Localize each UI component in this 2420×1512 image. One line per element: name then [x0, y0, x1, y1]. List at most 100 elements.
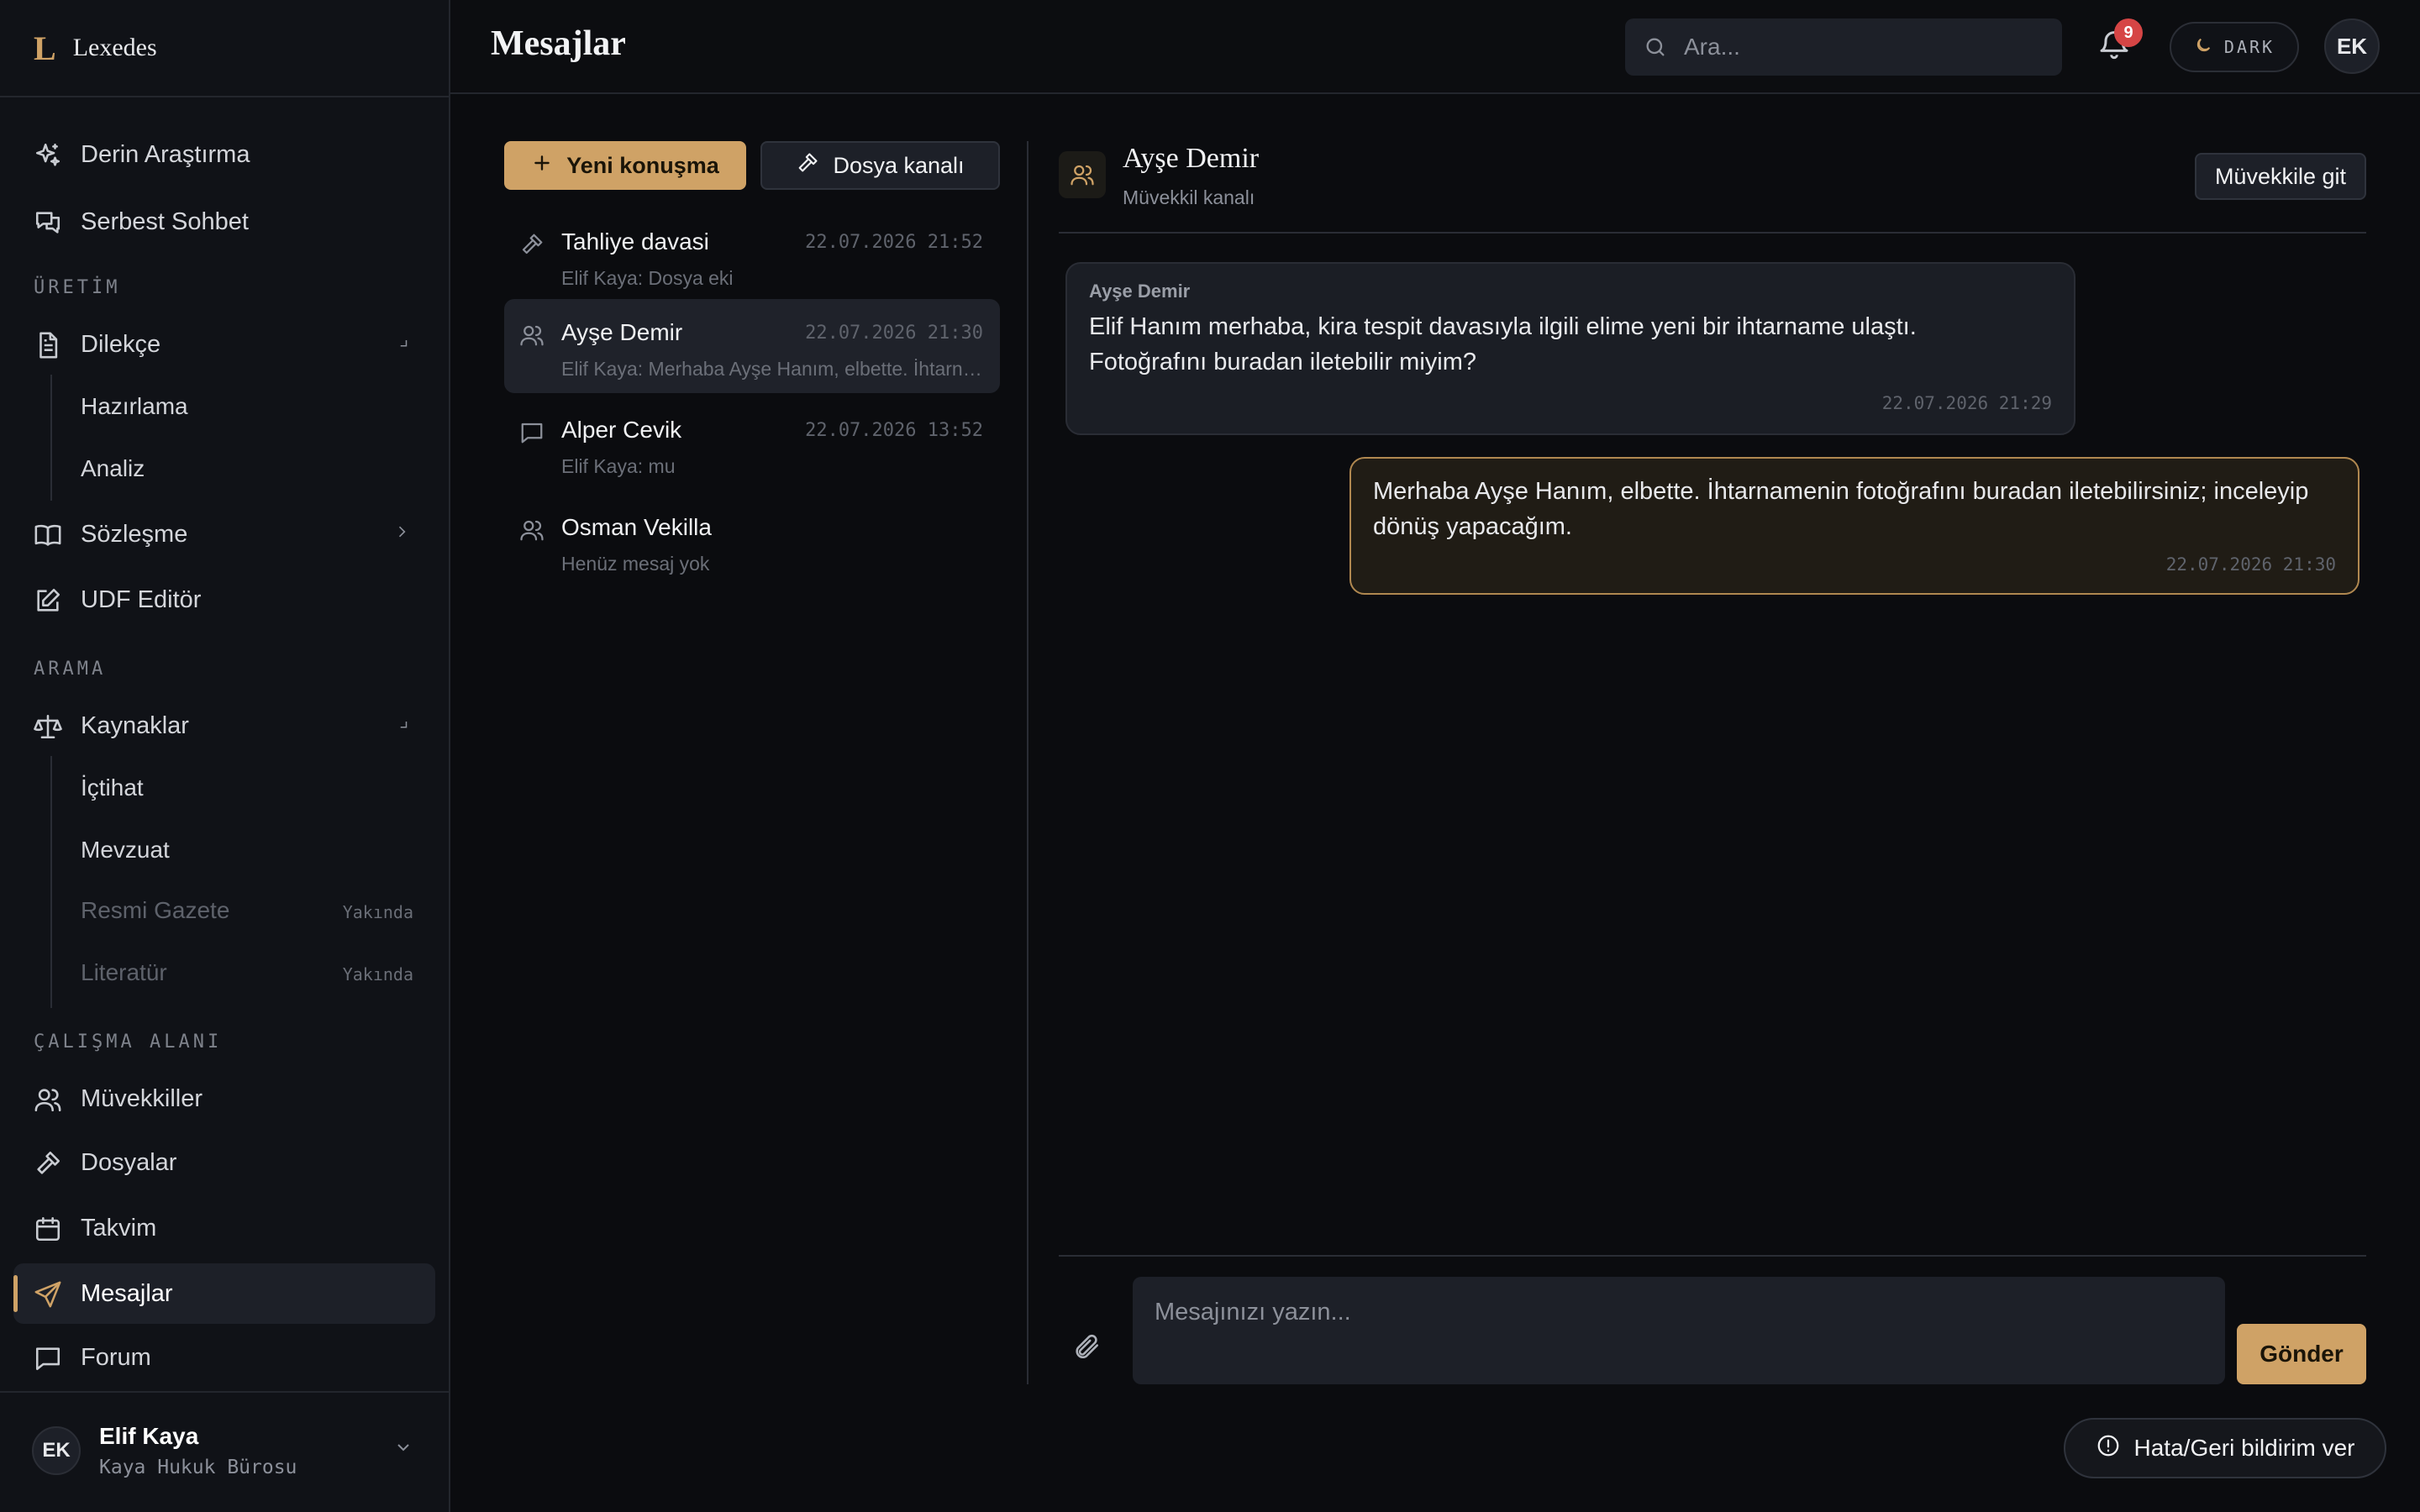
- section-title-calisma-alani: ÇALIŞMA ALANI: [34, 1032, 223, 1053]
- book-icon: [34, 521, 62, 549]
- sidebar: L Lexedes Derin Araştırma Serbest Sohbet…: [0, 0, 450, 1512]
- sidebar-subitem-analiz[interactable]: Analiz: [81, 455, 145, 482]
- conversation-item[interactable]: Alper Cevik 22.07.2026 13:52 Elif Kaya: …: [504, 396, 1000, 491]
- conversation-time: 22.07.2026 21:52: [805, 232, 983, 253]
- theme-label: DARK: [2223, 37, 2275, 57]
- gavel-icon: [519, 232, 544, 263]
- compose-divider: [1059, 1255, 2366, 1257]
- submenu-line: [50, 756, 52, 1008]
- sidebar-item-forum[interactable]: Forum: [13, 1327, 435, 1388]
- chat-channel-type: Müvekkil kanalı: [1123, 186, 1255, 208]
- new-conversation-label: Yeni konuşma: [566, 152, 719, 178]
- message-time: 22.07.2026 21:30: [2165, 554, 2336, 575]
- sidebar-item-label: Dosyalar: [81, 1148, 177, 1176]
- feedback-label: Hata/Geri bildirim ver: [2133, 1435, 2355, 1461]
- sidebar-item-label: Takvim: [81, 1214, 157, 1242]
- user-organization: Kaya Hukuk Bürosu: [99, 1457, 297, 1478]
- search-icon: [1644, 35, 1667, 65]
- sidebar-item-mesajlar[interactable]: Mesajlar: [13, 1263, 435, 1324]
- coming-soon-badge: Yakında: [342, 964, 413, 984]
- plus-icon: [531, 152, 553, 180]
- conversation-item[interactable]: Osman Vekilla Henüz mesaj yok: [504, 494, 1000, 588]
- chevron-down-icon: [395, 714, 410, 738]
- conversation-name: Osman Vekilla: [561, 514, 712, 540]
- send-icon: [34, 1280, 62, 1309]
- edit-icon: [34, 586, 62, 615]
- chevron-down-icon: [393, 1436, 413, 1463]
- conversation-preview: Elif Kaya: Dosya eki: [561, 267, 734, 289]
- page-title: Mesajlar: [491, 24, 626, 63]
- users-icon: [34, 1085, 62, 1114]
- sidebar-item-label: Müvekkiller: [81, 1084, 203, 1112]
- conversation-preview: Henüz mesaj yok: [561, 553, 710, 575]
- sidebar-subitem-hazirlama[interactable]: Hazırlama: [81, 393, 188, 420]
- brand[interactable]: L Lexedes: [0, 0, 449, 97]
- section-title-arama: ARAMA: [34, 659, 107, 680]
- message-compose-box[interactable]: [1133, 1277, 2225, 1384]
- file-channel-label: Dosya kanalı: [833, 152, 965, 178]
- send-button[interactable]: Gönder: [2237, 1324, 2366, 1384]
- moon-icon: [2194, 36, 2212, 59]
- sidebar-item-sozlesme[interactable]: Sözleşme: [13, 504, 435, 564]
- chat-bubbles-icon: [34, 208, 62, 237]
- conversation-time: 22.07.2026 13:52: [805, 420, 983, 441]
- message-text: Elif Hanım merhaba, kira tespit davasıyl…: [1089, 313, 1917, 375]
- sidebar-item-label: Mesajlar: [81, 1279, 173, 1307]
- sidebar-item-derin-arastirma[interactable]: Derin Araştırma: [13, 124, 435, 185]
- users-icon: [519, 323, 544, 354]
- conversation-item[interactable]: Tahliye davasi 22.07.2026 21:52 Elif Kay…: [504, 208, 1000, 302]
- sidebar-item-label: Dilekçe: [81, 330, 161, 358]
- chat-header-divider: [1059, 232, 2366, 234]
- sidebar-item-label: UDF Editör: [81, 585, 202, 613]
- user-name: Elif Kaya: [99, 1423, 199, 1449]
- message-sender: Ayşe Demir: [1089, 281, 1191, 302]
- message-input[interactable]: [1133, 1277, 2225, 1384]
- conversation-preview: Elif Kaya: mu: [561, 455, 676, 477]
- submenu-line: [50, 375, 52, 501]
- conversation-list: Yeni konuşma Dosya kanalı Tahliye davasi…: [504, 141, 1000, 1384]
- user-menu[interactable]: EK Elif Kaya Kaya Hukuk Bürosu: [0, 1391, 449, 1512]
- calendar-icon: [34, 1215, 62, 1243]
- sidebar-item-label: Sözleşme: [81, 520, 188, 548]
- sidebar-item-label: Forum: [81, 1343, 151, 1371]
- file-channel-button[interactable]: Dosya kanalı: [760, 141, 1000, 190]
- message-time: 22.07.2026 21:29: [1881, 393, 2052, 413]
- sidebar-item-dosyalar[interactable]: Dosyalar: [13, 1132, 435, 1193]
- sidebar-subitem-literatur: Literatür: [81, 959, 167, 985]
- conversation-name: Tahliye davasi: [561, 228, 709, 255]
- sidebar-subitem-resmi-gazete: Resmi Gazete: [81, 897, 230, 923]
- notification-badge: 9: [2114, 18, 2143, 47]
- document-icon: [34, 331, 62, 360]
- search-box[interactable]: [1625, 18, 2062, 76]
- sidebar-item-serbest-sohbet[interactable]: Serbest Sohbet: [13, 192, 435, 252]
- message-text: Merhaba Ayşe Hanım, elbette. İhtarnameni…: [1373, 478, 2309, 540]
- new-conversation-button[interactable]: Yeni konuşma: [504, 141, 746, 190]
- sidebar-item-takvim[interactable]: Takvim: [13, 1198, 435, 1258]
- conversation-time: 22.07.2026 21:30: [805, 323, 983, 344]
- sidebar-item-dilekce[interactable]: Dilekçe: [13, 314, 435, 375]
- search-input[interactable]: [1684, 18, 2045, 76]
- coming-soon-badge: Yakında: [342, 902, 413, 922]
- section-title-uretim: ÜRETİM: [34, 277, 121, 298]
- alert-circle-icon: [2096, 1433, 2121, 1464]
- message-square-icon: [519, 420, 544, 451]
- sidebar-item-muvekkiller[interactable]: Müvekkiller: [13, 1068, 435, 1129]
- brand-logo: L: [34, 29, 56, 67]
- theme-toggle-button[interactable]: DARK: [2170, 22, 2299, 72]
- gavel-icon: [796, 151, 819, 181]
- conversation-item[interactable]: Ayşe Demir 22.07.2026 21:30 Elif Kaya: M…: [504, 299, 1000, 393]
- paperclip-icon[interactable]: [1072, 1332, 1101, 1367]
- message-square-icon: [34, 1344, 62, 1373]
- avatar: EK: [32, 1426, 81, 1475]
- sidebar-subitem-ictihat[interactable]: İçtihat: [81, 774, 144, 801]
- sidebar-item-udf-editor[interactable]: UDF Editör: [13, 570, 435, 630]
- top-header: Mesajlar 9 DARK EK: [450, 0, 2420, 94]
- panel-divider: [1027, 141, 1028, 1384]
- header-avatar[interactable]: EK: [2324, 18, 2380, 74]
- sidebar-item-kaynaklar[interactable]: Kaynaklar: [13, 696, 435, 756]
- sparkles-icon: [34, 141, 62, 170]
- goto-client-button[interactable]: Müvekkile git: [2194, 153, 2366, 200]
- feedback-button[interactable]: Hata/Geri bildirim ver: [2064, 1418, 2386, 1478]
- sidebar-subitem-mevzuat[interactable]: Mevzuat: [81, 837, 170, 864]
- brand-name: Lexedes: [72, 34, 157, 61]
